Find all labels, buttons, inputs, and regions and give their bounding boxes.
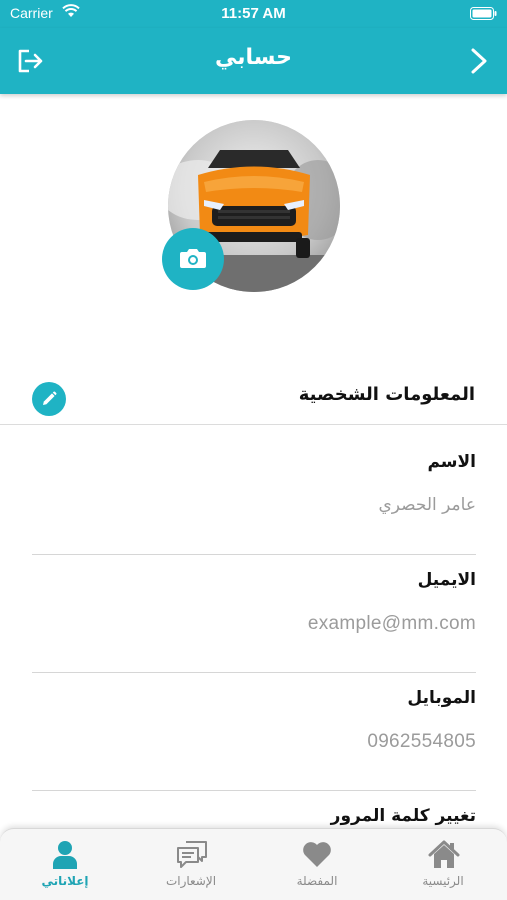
messages-icon bbox=[177, 841, 207, 868]
home-icon bbox=[428, 840, 460, 868]
tab-label: الرئيسية bbox=[422, 874, 464, 888]
change-password-label: تغيير كلمة المرور bbox=[330, 806, 476, 826]
change-photo-button[interactable] bbox=[162, 228, 224, 290]
status-bar: Carrier 11:57 AM bbox=[0, 0, 507, 28]
email-field[interactable]: الايميل example@mm.com bbox=[32, 555, 476, 673]
nav-bar: حسابي bbox=[0, 28, 507, 94]
heart-icon bbox=[303, 842, 331, 867]
avatar-container bbox=[162, 120, 340, 292]
section-title: المعلومات الشخصية bbox=[298, 384, 475, 405]
tab-label: المفضلة bbox=[296, 874, 338, 888]
personal-info-header: المعلومات الشخصية bbox=[0, 370, 507, 425]
tab-my-ads[interactable]: إعلاناتي bbox=[2, 829, 128, 900]
tab-notifications[interactable]: الإشعارات bbox=[128, 829, 254, 900]
mobile-field[interactable]: الموبايل 0962554805 bbox=[32, 673, 476, 791]
mobile-label: الموبايل bbox=[407, 688, 476, 708]
email-label: الايميل bbox=[417, 570, 476, 590]
chevron-right-icon[interactable] bbox=[467, 46, 491, 76]
person-icon bbox=[53, 841, 77, 869]
pencil-icon bbox=[43, 391, 57, 405]
battery-icon bbox=[470, 7, 497, 20]
name-value: عامر الحصري bbox=[378, 495, 476, 515]
name-field[interactable]: الاسم عامر الحصري bbox=[32, 437, 476, 555]
tab-home[interactable]: الرئيسية bbox=[380, 829, 506, 900]
page-title: حسابي bbox=[214, 45, 293, 70]
mobile-value: 0962554805 bbox=[367, 731, 476, 752]
camera-icon bbox=[180, 249, 206, 268]
name-label: الاسم bbox=[427, 452, 476, 472]
email-value: example@mm.com bbox=[307, 613, 476, 634]
tab-label: الإشعارات bbox=[165, 874, 217, 888]
tab-bar: إعلاناتي الإشعارات المفضلة الرئيسية bbox=[0, 828, 507, 900]
tab-favorites[interactable]: المفضلة bbox=[254, 829, 380, 900]
status-time: 11:57 AM bbox=[221, 5, 286, 22]
edit-profile-button[interactable] bbox=[32, 382, 66, 416]
tab-label: إعلاناتي bbox=[41, 874, 89, 888]
